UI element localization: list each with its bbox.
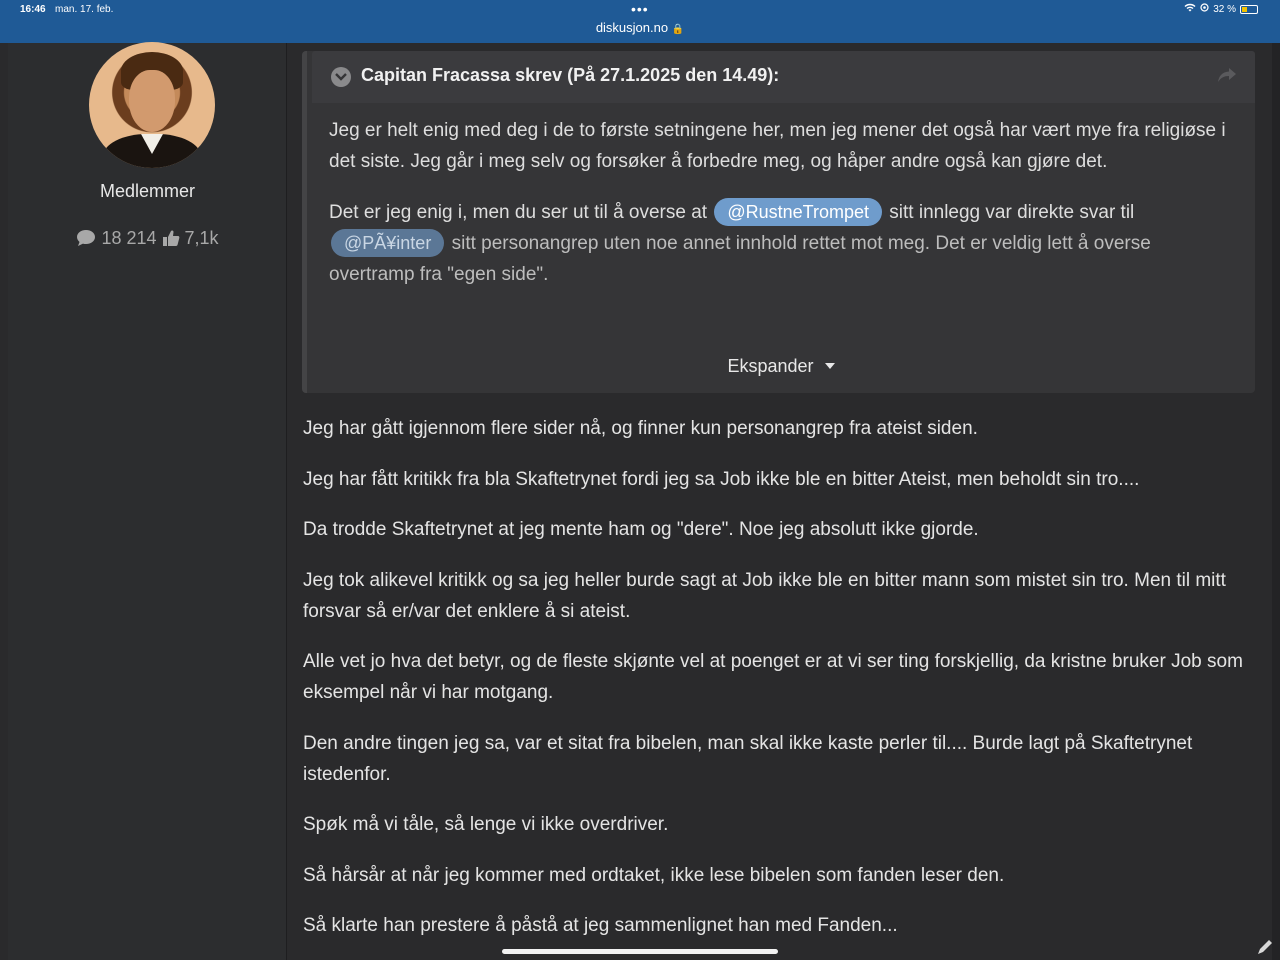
- post-paragraph: Så klarte han prestere å påstå at jeg sa…: [303, 915, 898, 936]
- expand-label: Ekspander: [727, 356, 814, 376]
- address-bar[interactable]: diskusjon.no 🔒: [0, 20, 1280, 35]
- quote-paragraph: Jeg er helt enig med deg i de to første …: [329, 120, 1226, 172]
- post-body: Jeg har gått igjennom flere sider nå, og…: [303, 413, 1253, 960]
- post-paragraph: Alle vet jo hva det betyr, og de fleste …: [303, 651, 1243, 703]
- post-paragraph: Så hårsår at når jeg kommer med ordtaket…: [303, 864, 1005, 886]
- pen-icon[interactable]: [1256, 938, 1274, 960]
- post-paragraph: Jeg tok alikevel kritikk og sa jeg helle…: [303, 569, 1226, 622]
- status-time: 16:46: [20, 4, 46, 15]
- device-status: 32 %: [1184, 3, 1258, 15]
- avatar[interactable]: [89, 42, 215, 168]
- thumbs-up-icon: [162, 228, 185, 248]
- home-indicator[interactable]: [502, 949, 778, 954]
- reputation-count: 7,1k: [184, 228, 219, 248]
- post-paragraph: Jeg har gått igjennom flere sider nå, og…: [303, 418, 978, 439]
- scrollbar[interactable]: [1272, 43, 1280, 960]
- status-date: man. 17. feb.: [55, 4, 114, 15]
- speech-bubble-icon: [76, 228, 101, 248]
- author-stats: 18 214 7,1k: [8, 228, 287, 249]
- post-paragraph: Jeg har fått kritikk fra bla Skaftetryne…: [303, 468, 1140, 490]
- quote-paragraph: Det er jeg enig i, men du ser ut til å o…: [329, 197, 1241, 290]
- quote-fade-overlay: [307, 289, 1255, 349]
- battery-icon: [1240, 4, 1258, 14]
- post-paragraph: Spøk må vi tåle, så lenge vi ikke overdr…: [303, 814, 669, 835]
- url-text: diskusjon.no: [595, 20, 669, 35]
- location-icon: [1200, 3, 1209, 15]
- avatar-face: [129, 70, 175, 132]
- author-sidebar: Medlemmer 18 214 7,1k: [8, 42, 287, 960]
- author-role: Medlemmer: [99, 181, 196, 201]
- quote-text: sitt personangrep uten noe annet innhold…: [329, 233, 1151, 285]
- quote-header: Capitan Fracassa skrev (På 27.1.2025 den…: [312, 51, 1255, 103]
- post-paragraph: Den andre tingen jeg sa, var et sitat fr…: [303, 732, 1193, 785]
- quote-collapse-chevron-icon[interactable]: [331, 67, 351, 87]
- mention-link-rustnetrompet[interactable]: @RustneTrompet: [714, 198, 883, 226]
- lock-icon: 🔒: [671, 24, 685, 35]
- post-paragraph: Da trodde Skaftetrynet at jeg mente ham …: [303, 519, 979, 540]
- quote-body: Jeg er helt enig med deg i de to første …: [329, 115, 1241, 310]
- mention-link-painter[interactable]: @PÃ¥inter: [331, 229, 445, 257]
- expand-button[interactable]: Ekspander: [307, 356, 1255, 377]
- posts-count: 18 214: [101, 228, 157, 248]
- quote-text: sitt innlegg var direkte svar til: [884, 202, 1135, 223]
- wifi-icon: [1184, 3, 1196, 15]
- quote-citation[interactable]: Capitan Fracassa skrev (På 27.1.2025 den…: [361, 65, 779, 86]
- share-arrow-icon[interactable]: [1217, 67, 1237, 88]
- browser-status-bar: 16:46 man. 17. feb. ••• diskusjon.no 🔒 3…: [0, 0, 1280, 43]
- more-dots-icon[interactable]: •••: [631, 1, 649, 17]
- caret-down-icon: [819, 356, 835, 376]
- quote-block: Capitan Fracassa skrev (På 27.1.2025 den…: [302, 51, 1255, 393]
- quote-text: Det er jeg enig i, men du ser ut til å o…: [329, 202, 713, 223]
- battery-percent: 32 %: [1213, 3, 1236, 15]
